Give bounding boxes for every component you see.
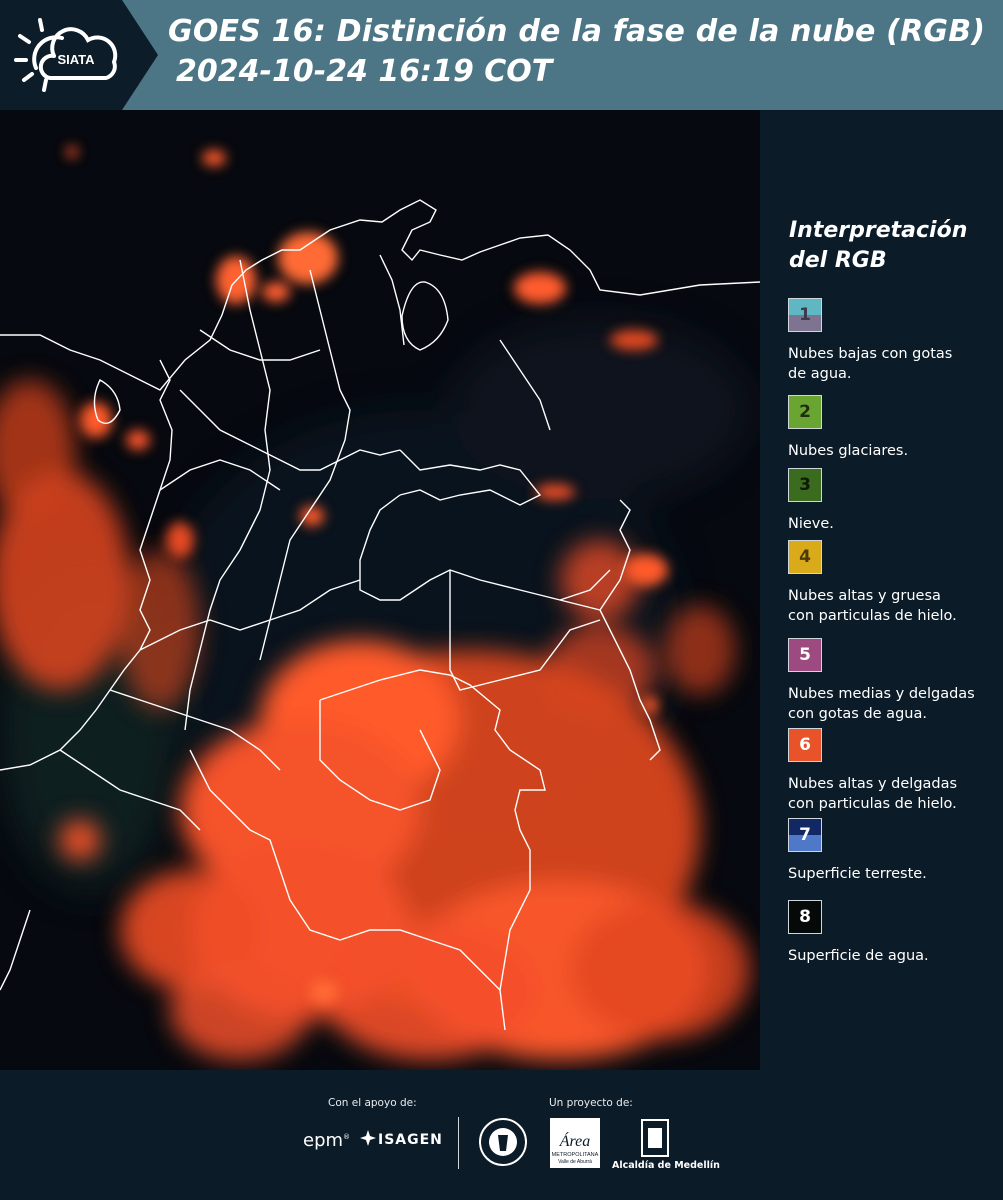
area-metropolitana-logo: Área METROPOLITANA Valle de Aburrá [550, 1118, 600, 1168]
page-timestamp: 2024-10-24 16:19 COT [176, 54, 553, 89]
legend-label: Superficie terreste. [788, 864, 927, 884]
epm-logo: epm® [303, 1130, 351, 1151]
page-title: GOES 16: Distinción de la fase de la nub… [168, 14, 986, 49]
legend-swatch: 2 [788, 395, 822, 429]
legend-swatch: 4 [788, 540, 822, 574]
legend-label-line: con particulas de hielo. [788, 796, 957, 812]
legend-label-line: con particulas de hielo. [788, 608, 957, 624]
legend-title-line2: del RGB [789, 248, 887, 273]
legend-number: 3 [799, 475, 811, 495]
legend-number: 2 [799, 402, 811, 422]
support-label: Con el apoyo de: [328, 1097, 417, 1109]
legend-label: Nubes medias y delgadas con gotas de agua… [788, 684, 975, 724]
area-logo-tagline: Valle de Aburrá [558, 1159, 592, 1165]
area-logo-subtitle: METROPOLITANA [552, 1152, 599, 1158]
legend-label-line: de agua. [788, 366, 852, 382]
legend-number: 1 [799, 305, 811, 325]
legend-panel: Interpretación del RGB 1 Nubes bajas con … [760, 110, 1003, 1070]
university-seal-icon [479, 1118, 527, 1166]
legend-label-line: Nubes altas y delgadas [788, 776, 958, 792]
legend-label-line: Superficie terreste. [788, 866, 927, 882]
legend-label: Nubes glaciares. [788, 441, 908, 461]
legend-number: 4 [799, 547, 811, 567]
project-label: Un proyecto de: [549, 1097, 633, 1109]
legend-title: Interpretación del RGB [789, 216, 967, 276]
legend-item: 2 Nubes glaciares. [788, 395, 908, 461]
legend-item: 3 Nieve. [788, 468, 834, 534]
legend-label: Nieve. [788, 514, 834, 534]
legend-swatch: 3 [788, 468, 822, 502]
legend-label-line: Superficie de agua. [788, 948, 929, 964]
legend-swatch: 7 [788, 818, 822, 852]
legend-number: 5 [799, 645, 811, 665]
legend-label: Nubes bajas con gotas de agua. [788, 344, 952, 384]
legend-item: 5 Nubes medias y delgadas con gotas de agu… [788, 638, 975, 724]
legend-label-line: Nubes altas y gruesa [788, 588, 941, 604]
legend-item: 6 Nubes altas y delgadas con particulas de… [788, 728, 957, 814]
legend-label-line: Nubes bajas con gotas [788, 346, 953, 362]
legend-item: 1 Nubes bajas con gotas de agua. [788, 298, 952, 384]
legend-label: Nubes altas y delgadas con particulas de … [788, 774, 957, 814]
epm-logo-text: epm [303, 1130, 344, 1151]
isagen-logo: ISAGEN [378, 1132, 443, 1148]
header: SIATA GOES 16: Distinción de la fase de … [0, 0, 1003, 110]
satellite-map [0, 110, 760, 1070]
siata-logo: SIATA [14, 18, 118, 92]
legend-item: 8 Superficie de agua. [788, 900, 929, 966]
legend-label: Superficie de agua. [788, 946, 929, 966]
isagen-mark-icon [360, 1130, 376, 1146]
alcaldia-shield-icon [641, 1119, 669, 1157]
legend-title-line1: Interpretación [789, 218, 968, 243]
legend-label-line: Nubes medias y delgadas [788, 686, 975, 702]
footer: Con el apoyo de: Un proyecto de: epm® IS… [0, 1070, 1003, 1200]
legend-item: 7 Superficie terreste. [788, 818, 927, 884]
rgb-cloud-phase-image [0, 110, 760, 1070]
siata-logo-text: SIATA [57, 52, 95, 67]
legend-label-line: Nubes glaciares. [788, 443, 909, 459]
legend-label-line: Nieve. [788, 516, 834, 532]
legend-swatch: 8 [788, 900, 822, 934]
legend-number: 7 [799, 825, 811, 845]
legend-number: 6 [799, 735, 811, 755]
legend-label: Nubes altas y gruesa con particulas de hi… [788, 586, 957, 626]
legend-label-line: con gotas de agua. [788, 706, 927, 722]
legend-swatch: 5 [788, 638, 822, 672]
legend-number: 8 [799, 907, 811, 927]
legend-swatch: 1 [788, 298, 822, 332]
legend-swatch: 6 [788, 728, 822, 762]
alcaldia-logo-text: Alcaldía de Medellín [612, 1160, 720, 1171]
area-logo-name: Área [559, 1131, 591, 1150]
legend-item: 4 Nubes altas y gruesa con particulas de h… [788, 540, 957, 626]
footer-divider [458, 1117, 459, 1169]
